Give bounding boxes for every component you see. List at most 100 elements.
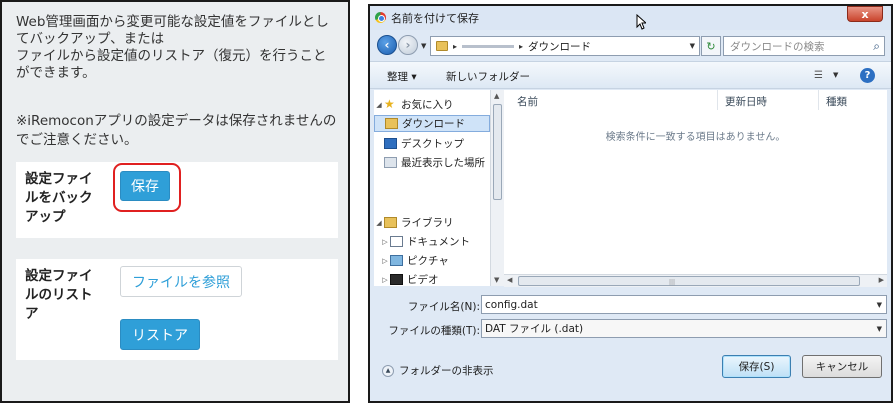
- dialog-toolbar: 整理 ▾ 新しいフォルダー ☰ ▼ ?: [370, 61, 891, 89]
- dialog-title: 名前を付けて保存: [391, 12, 479, 25]
- note-line: でご注意ください。: [16, 132, 138, 148]
- file-type-dropdown-arrow[interactable]: ▼: [877, 325, 882, 333]
- hide-folders-toggle[interactable]: ▲ フォルダーの非表示: [382, 363, 494, 378]
- search-placeholder: ダウンロードの検索: [730, 40, 825, 53]
- pictures-icon: [390, 255, 403, 266]
- file-type-select[interactable]: DAT ファイル (.dat) ▼: [481, 319, 887, 338]
- scroll-down-arrow-icon[interactable]: ▼: [494, 276, 499, 284]
- backup-label-line: ルをバック: [25, 190, 93, 206]
- note-line: ※iRemoconアプリの設定データは保存されませんの: [16, 113, 337, 129]
- column-header-type[interactable]: 種類: [826, 94, 847, 109]
- refresh-button[interactable]: ↻: [701, 36, 721, 56]
- file-type-label: ファイルの種類(T):: [388, 325, 480, 337]
- file-type-value: DAT ファイル (.dat): [485, 323, 584, 335]
- navigation-bar: ‹ › ▼ ▸ ▸ ダウンロード ▼ ↻ ダウンロードの検索 ⌕: [370, 30, 891, 60]
- documents-icon: [390, 236, 403, 247]
- restore-label-line: 設定ファイ: [25, 268, 93, 284]
- chrome-icon: [375, 12, 386, 23]
- empty-results-message: 検索条件に一致する項目はありません。: [605, 132, 786, 143]
- restore-label: 設定ファイ ルのリスト ア: [25, 267, 109, 324]
- browse-file-button[interactable]: ファイルを参照: [120, 266, 242, 297]
- tree-item-label: ダウンロード: [402, 118, 465, 130]
- dialog-save-button[interactable]: 保存(S): [722, 355, 791, 378]
- file-name-input[interactable]: config.dat ▼: [481, 295, 887, 314]
- expand-arrow-icon[interactable]: ▷: [380, 238, 390, 246]
- tree-item-label: お気に入り: [401, 99, 454, 111]
- desktop-icon: [384, 138, 397, 149]
- intro-line: ができます。: [16, 65, 96, 81]
- backup-label-line: アップ: [25, 209, 66, 225]
- save-button[interactable]: 保存: [120, 171, 170, 201]
- change-view-icon[interactable]: ☰: [814, 70, 823, 81]
- backup-label-line: 設定ファイ: [25, 171, 93, 187]
- view-dropdown-arrow[interactable]: ▼: [833, 71, 838, 79]
- tree-item-desktop[interactable]: デスクトップ: [374, 135, 490, 152]
- scroll-right-arrow-icon[interactable]: ▶: [879, 276, 884, 284]
- tree-item-label: 最近表示した場所: [401, 157, 485, 169]
- column-header-date[interactable]: 更新日時: [725, 94, 767, 109]
- recent-places-icon: [384, 157, 397, 168]
- tree-item-downloads[interactable]: ダウンロード: [374, 115, 490, 132]
- new-folder-button[interactable]: 新しいフォルダー: [446, 69, 530, 84]
- tree-item-label: ビデオ: [407, 274, 439, 286]
- intro-line: てバックアップ、または: [16, 31, 165, 47]
- downloads-folder-icon: [385, 118, 398, 129]
- file-list-pane: 名前 更新日時 種類 検索条件に一致する項目はありません。: [504, 90, 887, 274]
- dialog-cancel-button[interactable]: キャンセル: [802, 355, 882, 378]
- expand-arrow-icon[interactable]: ▷: [380, 257, 390, 265]
- note-text: ※iRemoconアプリの設定データは保存されませんの でご注意ください。: [16, 112, 346, 150]
- tree-item-videos[interactable]: ▷ ビデオ: [374, 271, 490, 288]
- horizontal-scrollbar[interactable]: ◀ ||| ▶: [504, 274, 887, 287]
- collapse-arrow-icon[interactable]: ◢: [374, 101, 384, 109]
- column-header-name[interactable]: 名前: [517, 94, 538, 109]
- tree-item-favorites[interactable]: ◢ ★ お気に入り: [374, 96, 490, 113]
- file-name-value: config.dat: [485, 298, 538, 311]
- search-icon[interactable]: ⌕: [873, 39, 880, 54]
- restore-label-line: ア: [25, 306, 39, 322]
- help-icon[interactable]: ?: [860, 68, 875, 83]
- tree-item-pictures[interactable]: ▷ ピクチャ: [374, 252, 490, 269]
- expand-arrow-icon[interactable]: ▷: [380, 276, 390, 284]
- tree-item-recent-places[interactable]: 最近表示した場所: [374, 154, 490, 171]
- library-icon: [384, 217, 397, 228]
- scroll-left-arrow-icon[interactable]: ◀: [507, 276, 512, 284]
- intro-text: Web管理画面から変更可能な設定値をファイルとし てバックアップ、または ファイ…: [16, 14, 346, 82]
- search-input[interactable]: ダウンロードの検索 ⌕: [723, 36, 885, 56]
- web-settings-panel: Web管理画面から変更可能な設定値をファイルとし てバックアップ、または ファイ…: [0, 0, 350, 403]
- backup-label: 設定ファイ ルをバック アップ: [25, 170, 109, 227]
- folder-icon: [436, 41, 448, 51]
- breadcrumb-current-folder[interactable]: ダウンロード: [528, 39, 591, 54]
- collapse-arrow-icon[interactable]: ◢: [374, 219, 384, 227]
- tree-item-documents[interactable]: ▷ ドキュメント: [374, 233, 490, 250]
- scrollbar-thumb[interactable]: |||: [518, 276, 860, 286]
- forward-button[interactable]: ›: [398, 35, 418, 55]
- redacted-user-folder: [462, 44, 515, 48]
- intro-line: Web管理画面から変更可能な設定値をファイルとし: [16, 14, 329, 30]
- scroll-up-arrow-icon[interactable]: ▲: [494, 92, 499, 100]
- scrollbar-thumb[interactable]: [493, 104, 502, 200]
- videos-icon: [390, 274, 403, 285]
- address-dropdown-arrow[interactable]: ▼: [690, 42, 695, 50]
- organize-menu[interactable]: 整理 ▾: [387, 69, 417, 84]
- breadcrumb-separator[interactable]: ▸: [453, 42, 457, 51]
- back-button[interactable]: ‹: [377, 35, 397, 55]
- file-name-dropdown-arrow[interactable]: ▼: [877, 301, 882, 309]
- tree-item-label: ドキュメント: [407, 236, 470, 248]
- column-divider[interactable]: [717, 90, 718, 110]
- tree-item-libraries[interactable]: ◢ ライブラリ: [374, 214, 490, 231]
- column-divider[interactable]: [818, 90, 819, 110]
- recent-locations-dropdown[interactable]: ▼: [421, 42, 426, 50]
- close-button[interactable]: x: [847, 6, 883, 22]
- backup-settings-card: 設定ファイ ルをバック アップ 保存: [16, 162, 338, 238]
- chevron-up-icon: ▲: [382, 364, 394, 377]
- hide-folders-label: フォルダーの非表示: [399, 365, 494, 377]
- breadcrumb-separator[interactable]: ▸: [519, 42, 523, 51]
- dialog-titlebar[interactable]: 名前を付けて保存 x: [370, 6, 891, 30]
- tree-item-label: デスクトップ: [401, 138, 464, 150]
- address-bar[interactable]: ▸ ▸ ダウンロード ▼: [430, 36, 700, 56]
- restore-label-line: ルのリスト: [25, 287, 93, 303]
- restore-button[interactable]: リストア: [120, 319, 200, 350]
- save-as-dialog: 名前を付けて保存 x ‹ › ▼ ▸ ▸ ダウンロード ▼ ↻ ダウンロードの検…: [368, 4, 893, 403]
- navigation-pane-scrollbar[interactable]: ▲ ▼: [490, 90, 504, 286]
- intro-line: ファイルから設定値のリストア（復元）を行うこと: [16, 48, 327, 64]
